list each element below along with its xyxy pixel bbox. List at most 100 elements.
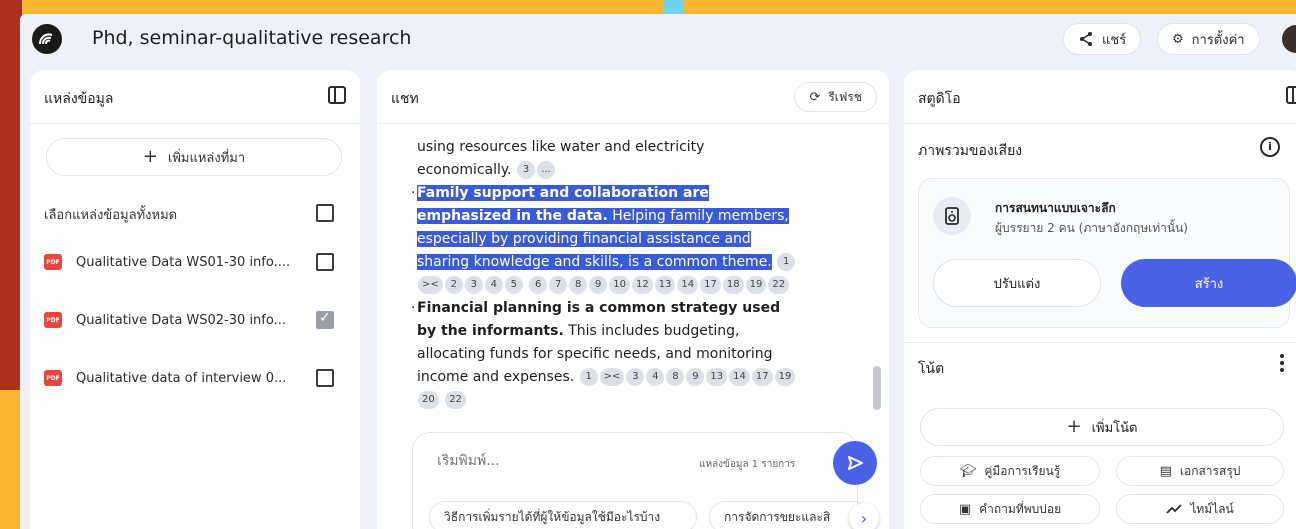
citation-chip[interactable]: 13 bbox=[654, 276, 676, 294]
citation-chip[interactable]: 3 bbox=[517, 161, 536, 179]
citation-chip[interactable]: 17 bbox=[700, 276, 721, 294]
sources-panel: แหล่งข้อมูล + เพิ่มแหล่งที่มา เลือกแหล่ง… bbox=[30, 70, 360, 529]
audio-overview-title: ภาพรวมของเสียง bbox=[918, 143, 1023, 159]
info-icon[interactable]: i bbox=[1260, 137, 1280, 157]
collapse-panel-icon[interactable] bbox=[1286, 86, 1296, 104]
study-guide-label: คู่มือการเรียนรู้ bbox=[984, 463, 1061, 478]
faq-button[interactable]: ▣ คำถามที่พบบ่อย bbox=[920, 494, 1100, 524]
citation-chip[interactable]: 5 bbox=[504, 276, 523, 294]
refresh-button[interactable]: ⟳ รีเฟรช bbox=[794, 82, 877, 112]
source-label: Qualitative data of interview 0... bbox=[76, 370, 287, 386]
chat-panel: แชท ⟳ รีเฟรช using resources like water … bbox=[377, 70, 889, 529]
sources-panel-title: แหล่งข้อมูล bbox=[44, 91, 114, 107]
citation-chip[interactable]: 2 bbox=[444, 276, 463, 294]
citation-chip[interactable]: 10 bbox=[609, 276, 630, 294]
source-checkbox[interactable] bbox=[316, 369, 334, 387]
faq-icon: ▣ bbox=[958, 501, 972, 517]
speaker-glyph bbox=[945, 207, 959, 225]
timeline-label: ไทม์ไลน์ bbox=[1190, 501, 1234, 516]
source-item[interactable]: PDF Qualitative Data WS01-30 info.... bbox=[44, 252, 290, 272]
source-count-label: แหล่งข้อมูล 1 รายการ bbox=[699, 459, 796, 470]
chat-panel-title: แชท bbox=[391, 91, 419, 107]
select-all-label: เลือกแหล่งข้อมูลทั้งหมด bbox=[44, 208, 178, 223]
citation-chip[interactable]: 6 bbox=[529, 276, 548, 294]
more-vert-icon[interactable] bbox=[1280, 354, 1284, 372]
refresh-icon: ⟳ bbox=[809, 89, 821, 105]
frame-decoration-top bbox=[664, 0, 684, 14]
citation-chip[interactable]: 3 bbox=[464, 276, 483, 294]
citation-chip[interactable]: >< bbox=[418, 276, 443, 294]
briefing-doc-button[interactable]: ▤ เอกสารสรุป bbox=[1116, 456, 1284, 486]
plus-icon: + bbox=[142, 146, 158, 167]
citation-chip[interactable]: 20 bbox=[418, 391, 439, 409]
notes-title: โน้ต bbox=[918, 361, 945, 377]
studio-panel-title: สตูดิโอ bbox=[918, 91, 961, 107]
source-checkbox[interactable] bbox=[316, 253, 334, 271]
add-note-button[interactable]: + เพิ่มโน้ต bbox=[920, 408, 1284, 446]
citation-chip[interactable]: 1 bbox=[777, 253, 796, 271]
select-all-checkbox[interactable] bbox=[316, 204, 334, 222]
citation-chip[interactable]: 14 bbox=[729, 368, 750, 386]
citation-chip[interactable]: ... bbox=[537, 161, 556, 179]
suggestion-chip[interactable]: วิธีการเพิ่มรายได้ที่ผู้ให้ข้อมูลใช้มีอะ… bbox=[429, 501, 697, 529]
create-button[interactable]: สร้าง bbox=[1121, 259, 1296, 307]
suggestion-chip[interactable]: การจัดการขยะและสิ bbox=[709, 501, 869, 529]
citation-chip[interactable]: 22 bbox=[445, 391, 466, 409]
send-button[interactable] bbox=[833, 441, 877, 485]
collapse-panel-icon[interactable] bbox=[328, 86, 346, 104]
chat-scrollbar[interactable] bbox=[873, 366, 881, 410]
citation-chip[interactable]: 4 bbox=[646, 368, 665, 386]
timeline-button[interactable]: ไทม์ไลน์ bbox=[1116, 494, 1284, 524]
citation-chip[interactable]: >< bbox=[599, 368, 625, 386]
chevron-right-icon[interactable]: › bbox=[849, 503, 879, 529]
notebook-app: Phd, seminar-qualitative research แชร์ ⚙… bbox=[20, 14, 1296, 529]
citation-chip[interactable]: 19 bbox=[745, 276, 767, 294]
section-divider bbox=[904, 342, 1296, 343]
share-label: แชร์ bbox=[1102, 32, 1127, 48]
send-icon bbox=[848, 456, 863, 470]
chat-input[interactable] bbox=[437, 453, 637, 469]
citation-chip[interactable]: 13 bbox=[706, 368, 728, 386]
timeline-icon bbox=[1166, 504, 1182, 514]
citation-chip[interactable]: 12 bbox=[631, 276, 653, 294]
customize-button[interactable]: ปรับแต่ง bbox=[933, 259, 1101, 307]
share-button[interactable]: แชร์ bbox=[1063, 23, 1142, 55]
citation-chip[interactable]: 19 bbox=[774, 368, 796, 386]
logo-waves-icon bbox=[39, 33, 53, 45]
response-line: using resources like water and electrici… bbox=[417, 136, 797, 182]
chat-response: using resources like water and electrici… bbox=[411, 136, 797, 412]
response-bullet: Family support and collaboration are emp… bbox=[411, 182, 797, 297]
citation-chip[interactable]: 9 bbox=[686, 368, 705, 386]
citation-chip[interactable]: 18 bbox=[722, 276, 744, 294]
sources-panel-header: แหล่งข้อมูล bbox=[30, 70, 360, 124]
add-note-label: เพิ่มโน้ต bbox=[1091, 420, 1138, 436]
study-guide-button[interactable]: 🎓︎ คู่มือการเรียนรู้ bbox=[920, 456, 1100, 486]
chat-composer: แหล่งข้อมูล 1 รายการ วิธีการเพิ่มรายได้ท… bbox=[412, 432, 879, 529]
source-checkbox-checked[interactable] bbox=[316, 310, 334, 329]
citation-chip[interactable]: 7 bbox=[549, 276, 568, 294]
audio-overview-card: การสนทนาแบบเจาะลึก ผู้บรรยาย 2 คน (ภาษาอ… bbox=[918, 178, 1296, 328]
chat-panel-header: แชท ⟳ รีเฟรช bbox=[377, 70, 889, 124]
citation-chip[interactable]: 3 bbox=[626, 368, 645, 386]
citation-chip[interactable]: 8 bbox=[569, 276, 588, 294]
citation-chip[interactable]: 1 bbox=[579, 368, 598, 386]
settings-button[interactable]: ⚙ การตั้งค่า bbox=[1157, 23, 1260, 55]
citation-chip[interactable]: 9 bbox=[589, 276, 608, 294]
source-item[interactable]: PDF Qualitative Data WS02-30 info... bbox=[44, 310, 286, 330]
citation-chip[interactable]: 17 bbox=[751, 368, 773, 386]
citation-chip[interactable]: 8 bbox=[666, 368, 685, 386]
settings-label: การตั้งค่า bbox=[1191, 32, 1245, 48]
document-icon: ▤ bbox=[1159, 463, 1172, 479]
app-logo-icon[interactable] bbox=[32, 24, 62, 54]
audio-format-title: การสนทนาแบบเจาะลึก bbox=[995, 201, 1116, 215]
add-source-button[interactable]: + เพิ่มแหล่งที่มา bbox=[46, 138, 342, 176]
citation-chip[interactable]: 4 bbox=[484, 276, 503, 294]
avatar[interactable] bbox=[1282, 25, 1296, 53]
source-item[interactable]: PDF Qualitative data of interview 0... bbox=[44, 368, 286, 388]
citation-chip[interactable]: 22 bbox=[768, 276, 790, 294]
notebook-title[interactable]: Phd, seminar-qualitative research bbox=[92, 27, 411, 49]
plus-icon: + bbox=[1066, 416, 1082, 437]
pdf-icon: PDF bbox=[44, 254, 62, 270]
citation-chip[interactable]: 14 bbox=[677, 276, 699, 294]
share-icon bbox=[1080, 32, 1092, 46]
